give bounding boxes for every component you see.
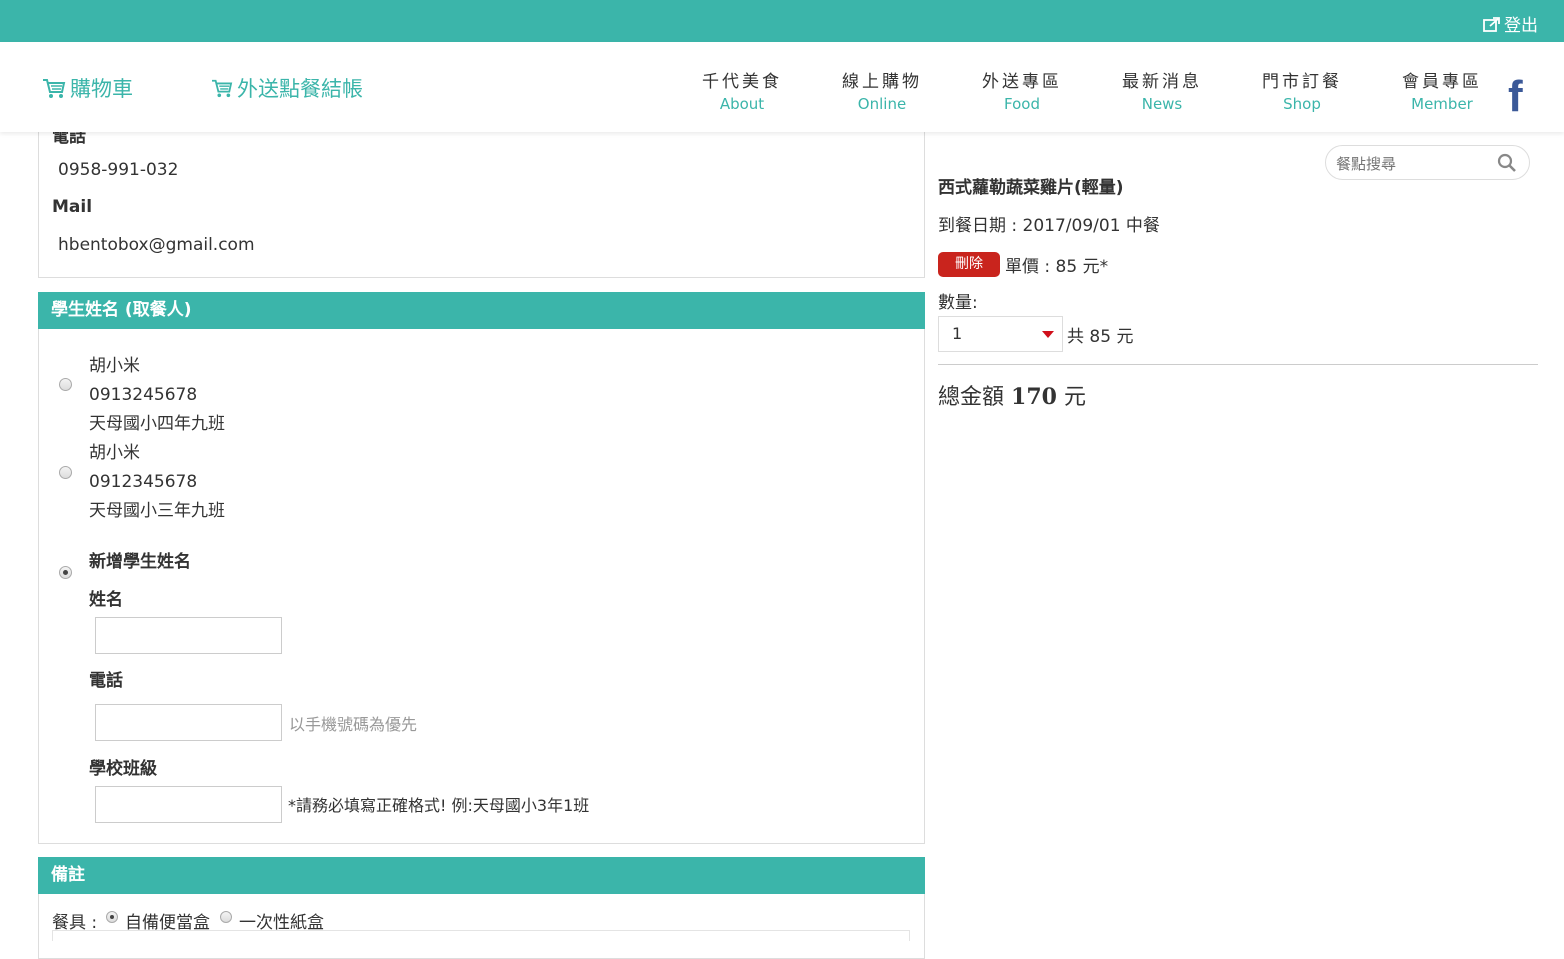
cart-icon bbox=[43, 79, 66, 98]
mail-label: Mail bbox=[52, 197, 93, 217]
utensil-radio-paper-box[interactable] bbox=[220, 911, 232, 923]
logout-label: 登出 bbox=[1504, 16, 1538, 36]
nav-item-member[interactable]: 會員專區 Member bbox=[1387, 67, 1497, 113]
student-name-input[interactable] bbox=[95, 617, 282, 654]
search-input[interactable] bbox=[1334, 150, 1488, 177]
mail-value: hbentobox@gmail.com bbox=[58, 235, 255, 255]
new-student-label: 新增學生姓名 bbox=[89, 552, 191, 572]
nav-item-about[interactable]: 千代美食 About bbox=[687, 67, 797, 113]
unit-price: 單價 : 85 元* bbox=[1005, 257, 1109, 277]
nav-label-en: Food bbox=[1004, 95, 1040, 113]
nav-item-news[interactable]: 最新消息 News bbox=[1107, 67, 1217, 113]
nav-label-zh: 會員專區 bbox=[1402, 72, 1482, 92]
nav-label-zh: 千代美食 bbox=[702, 72, 782, 92]
student-phone: 0913245678 bbox=[89, 385, 198, 405]
top-bar: 登出 bbox=[0, 0, 1564, 42]
phone-value: 0958-991-032 bbox=[58, 160, 179, 180]
nav-label-en: Member bbox=[1411, 95, 1473, 113]
class-label: 學校班級 bbox=[89, 759, 157, 779]
order-total: 總金額 170 元 bbox=[938, 379, 1086, 411]
quantity-value: 1 bbox=[952, 324, 963, 343]
share-icon bbox=[1483, 16, 1500, 32]
nav-label-en: Shop bbox=[1283, 95, 1321, 113]
divider bbox=[938, 364, 1538, 365]
nav-label-zh: 門市訂餐 bbox=[1262, 72, 1342, 92]
item-subtotal: 共 85 元 bbox=[1067, 327, 1134, 347]
remarks-section-title: 備註 bbox=[38, 857, 925, 894]
student-option-radio[interactable] bbox=[59, 466, 72, 479]
delivery-checkout-label: 外送點餐結帳 bbox=[237, 77, 363, 101]
facebook-icon[interactable]: f bbox=[1508, 72, 1523, 122]
dropdown-arrow-icon bbox=[1042, 331, 1054, 338]
cart-link[interactable]: 購物車 bbox=[42, 73, 133, 103]
new-student-radio[interactable] bbox=[59, 566, 72, 579]
nav-label-en: About bbox=[719, 95, 765, 113]
quantity-label: 數量: bbox=[938, 293, 978, 313]
search-box bbox=[1325, 145, 1530, 180]
utensil-radio-own-box[interactable] bbox=[106, 911, 118, 923]
nav-label-zh: 外送專區 bbox=[982, 72, 1062, 92]
student-name: 胡小米 bbox=[89, 356, 140, 376]
student-phone-label: 電話 bbox=[89, 671, 123, 691]
nav-label-zh: 最新消息 bbox=[1122, 72, 1202, 92]
student-class: 天母國小四年九班 bbox=[89, 414, 225, 434]
cart-label: 購物車 bbox=[70, 77, 133, 101]
total-unit: 元 bbox=[1063, 385, 1086, 410]
student-name: 胡小米 bbox=[89, 443, 140, 463]
student-class: 天母國小三年九班 bbox=[89, 501, 225, 521]
header: 購物車 外送點餐結帳 千代美食 About 線上購物 Online 外送專區 F… bbox=[0, 42, 1564, 132]
student-option-radio[interactable] bbox=[59, 378, 72, 391]
student-section-title: 學生姓名 (取餐人) bbox=[38, 292, 925, 329]
search-icon[interactable] bbox=[1497, 153, 1517, 173]
student-class-input[interactable] bbox=[95, 786, 282, 823]
student-option: 胡小米 0912345678 天母國小三年九班 bbox=[89, 439, 225, 526]
student-phone: 0912345678 bbox=[89, 472, 198, 492]
student-option: 胡小米 0913245678 天母國小四年九班 bbox=[89, 352, 225, 439]
delete-button[interactable]: 刪除 bbox=[938, 252, 1000, 277]
delivery-checkout-link[interactable]: 外送點餐結帳 bbox=[211, 73, 363, 103]
nav-label-en: News bbox=[1141, 95, 1183, 113]
quantity-select[interactable]: 1 bbox=[938, 316, 1063, 352]
cart-item-name: 西式蘿勒蔬菜雞片(輕量) bbox=[938, 178, 1124, 198]
class-format-hint: *請務必填寫正確格式! 例:天母國小3年1班 bbox=[288, 796, 590, 815]
phone-hint: 以手機號碼為優先 bbox=[289, 715, 418, 734]
cart-item-date: 到餐日期 : 2017/09/01 中餐 bbox=[938, 216, 1160, 236]
nav-item-food[interactable]: 外送專區 Food bbox=[967, 67, 1077, 113]
nav-label-en: Online bbox=[857, 95, 907, 113]
remarks-textarea[interactable] bbox=[52, 930, 910, 941]
logout-button[interactable]: 登出 bbox=[1483, 11, 1538, 36]
total-value: 170 bbox=[1011, 384, 1057, 410]
nav-item-shop[interactable]: 門市訂餐 Shop bbox=[1247, 67, 1357, 113]
name-label: 姓名 bbox=[89, 590, 123, 610]
nav-label-zh: 線上購物 bbox=[842, 72, 922, 92]
student-phone-input[interactable] bbox=[95, 704, 282, 741]
nav-item-online[interactable]: 線上購物 Online bbox=[827, 67, 937, 113]
total-label: 總金額 bbox=[938, 385, 1005, 410]
cart-icon bbox=[212, 79, 233, 98]
